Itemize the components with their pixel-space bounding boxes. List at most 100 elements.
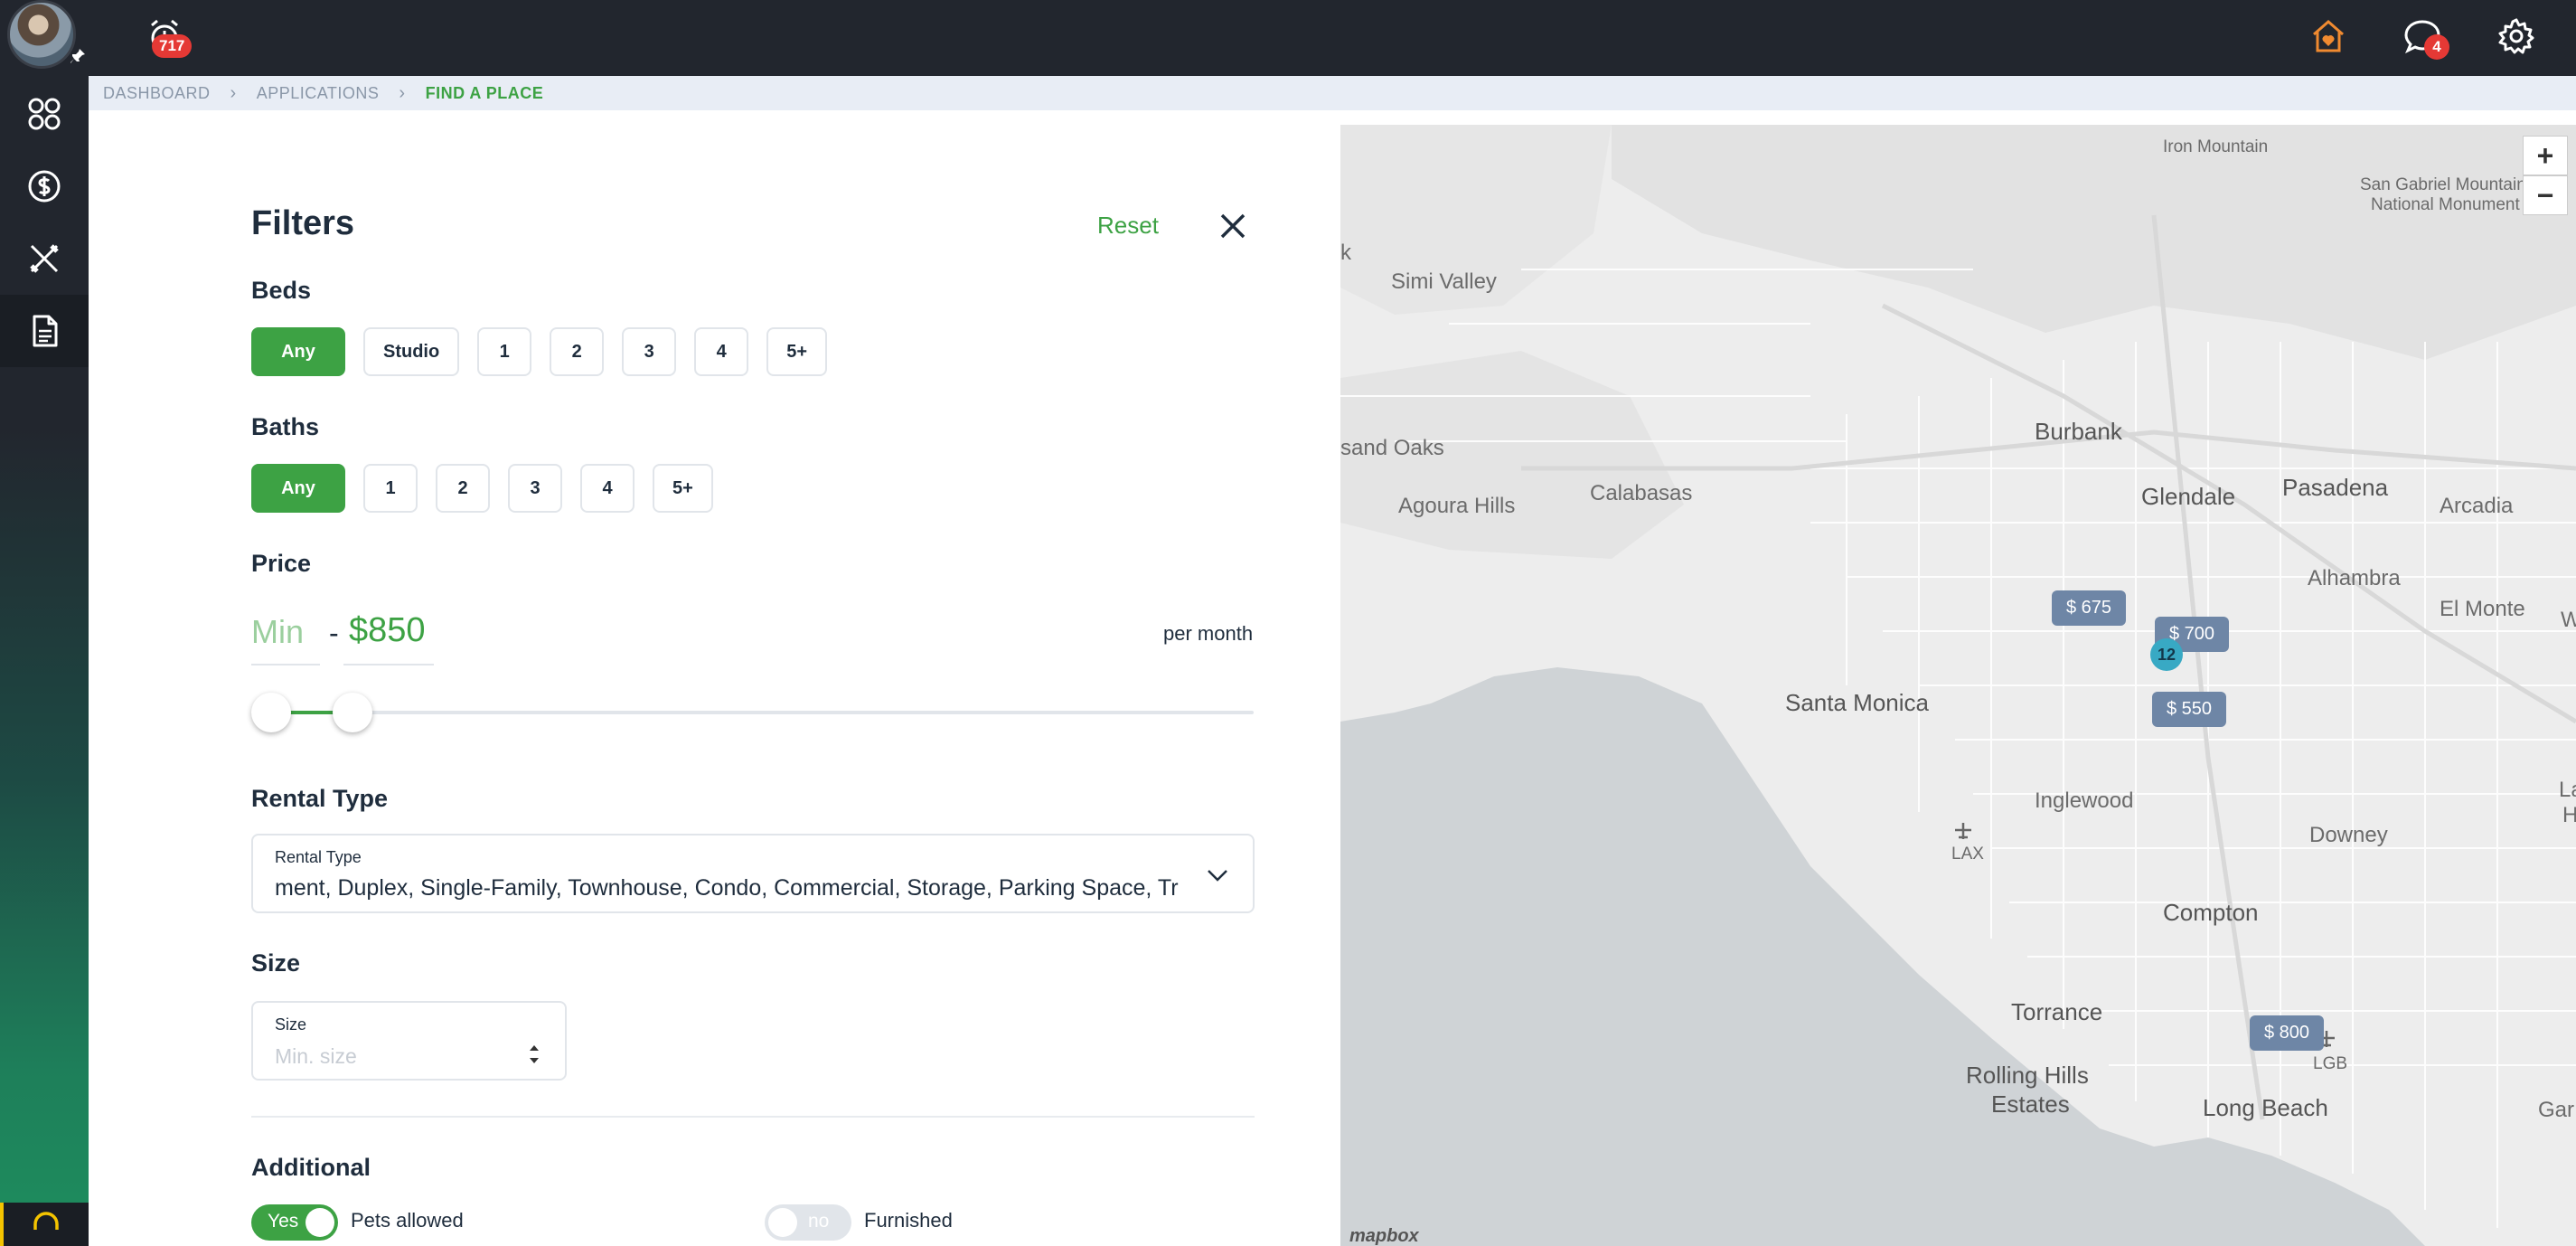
map-price-tag[interactable]: $ 800: [2250, 1015, 2325, 1051]
close-icon[interactable]: [1217, 210, 1249, 242]
alarm-count-badge: 717: [152, 34, 193, 58]
pin-icon: [71, 49, 85, 63]
messages-count-badge: 4: [2424, 34, 2449, 60]
baths-option-3[interactable]: 3: [508, 464, 562, 513]
beds-option-2[interactable]: 2: [550, 327, 605, 376]
breadcrumb: DASHBOARD › APPLICATIONS › FIND A PLACE: [89, 76, 2576, 110]
map-place-iron-mountain: Iron Mountain: [2163, 137, 2269, 156]
price-max-input[interactable]: $850: [349, 611, 426, 650]
furnished-toggle-text: no: [808, 1211, 830, 1232]
map-place-gar: Gar: [2538, 1098, 2575, 1122]
beds-option-4[interactable]: 4: [694, 327, 749, 376]
toggle-knob: [306, 1208, 334, 1237]
map-place-simi-valley: Simi Valley: [1391, 269, 1497, 294]
baths-option-any[interactable]: Any: [251, 464, 345, 513]
beds-options: Any Studio 1 2 3 4 5+: [251, 327, 828, 376]
price-slider-track[interactable]: [271, 711, 1254, 714]
baths-option-4[interactable]: 4: [580, 464, 635, 513]
baths-option-2[interactable]: 2: [436, 464, 490, 513]
beds-option-any[interactable]: Any: [251, 327, 345, 376]
map-place-glendale: Glendale: [2141, 483, 2236, 510]
support-button[interactable]: [0, 1203, 89, 1246]
map-place-lax: LAX: [1951, 845, 1984, 864]
breadcrumb-find-a-place: FIND A PLACE: [425, 83, 544, 102]
map-price-tag[interactable]: $ 550: [2152, 692, 2227, 727]
user-avatar[interactable]: [7, 0, 76, 69]
breadcrumb-dashboard[interactable]: DASHBOARD: [103, 84, 211, 103]
map-place-rolling-hills: Rolling Hills: [1966, 1062, 2089, 1089]
map-attribution-logo[interactable]: mapbox: [1349, 1226, 1419, 1246]
map-place-calabasas: Calabasas: [1590, 481, 1693, 505]
section-divider: [251, 1116, 1255, 1118]
map-place-estates: Estates: [1991, 1090, 2070, 1118]
map-place-w: W: [2561, 608, 2576, 632]
furnished-toggle[interactable]: no: [765, 1204, 851, 1241]
top-bar: 717 4: [0, 0, 2576, 76]
breadcrumb-applications[interactable]: APPLICATIONS: [257, 84, 380, 103]
breadcrumb-separator: ›: [399, 82, 406, 103]
pets-allowed-toggle[interactable]: Yes: [251, 1204, 338, 1241]
number-stepper-icon[interactable]: [527, 1041, 541, 1068]
size-placeholder: Min. size: [275, 1044, 357, 1068]
map-place-torrance: Torrance: [2011, 998, 2103, 1025]
map-place-santa-monica: Santa Monica: [1785, 689, 1929, 716]
sidebar: [0, 76, 89, 1246]
map-zoom-in-button[interactable]: +: [2523, 136, 2568, 175]
home-heart-icon[interactable]: [2308, 16, 2348, 56]
size-input[interactable]: Size Min. size: [251, 1001, 567, 1081]
rental-type-value: ment, Duplex, Single-Family, Townhouse, …: [275, 875, 1179, 901]
toggle-knob: [768, 1208, 797, 1237]
price-max-underline: [343, 664, 434, 665]
dollar-circle-icon: [28, 170, 61, 203]
rental-type-field-label: Rental Type: [275, 848, 362, 866]
beds-option-3[interactable]: 3: [622, 327, 677, 376]
map-place-compton: Compton: [2163, 899, 2259, 926]
rental-type-select[interactable]: Rental Type ment, Duplex, Single-Family,…: [251, 834, 1255, 913]
map-place-pasadena: Pasadena: [2282, 474, 2389, 501]
baths-option-1[interactable]: 1: [363, 464, 418, 513]
map-place-downey: Downey: [2309, 823, 2388, 847]
map-place-la: La: [2559, 778, 2576, 802]
beds-option-1[interactable]: 1: [477, 327, 532, 376]
sidebar-item-dashboard[interactable]: [0, 78, 89, 150]
map-place-national-monument: National Monument: [2371, 195, 2520, 214]
map-place-agoura-hills: Agoura Hills: [1398, 494, 1516, 518]
sidebar-item-finance[interactable]: [0, 150, 89, 222]
map-place-k: k: [1340, 241, 1351, 265]
airport-icon: [1955, 823, 1971, 839]
tools-icon: [30, 244, 59, 273]
map-zoom-out-button[interactable]: −: [2523, 175, 2568, 215]
price-period: per month: [1163, 622, 1254, 645]
map-place-burbank: Burbank: [2035, 418, 2122, 445]
pets-allowed-label: Pets allowed: [351, 1209, 464, 1232]
reset-button[interactable]: Reset: [1097, 212, 1159, 240]
baths-option-5-plus[interactable]: 5+: [653, 464, 713, 513]
baths-options: Any 1 2 3 4 5+: [251, 464, 713, 513]
grid-circles-icon: [28, 98, 61, 130]
gear-icon[interactable]: [2496, 16, 2536, 56]
size-label: Size: [251, 949, 301, 977]
beds-option-studio[interactable]: Studio: [363, 327, 460, 376]
document-icon: [33, 315, 58, 347]
map-place-alhambra: Alhambra: [2308, 566, 2401, 590]
map-cluster-marker[interactable]: 12: [2150, 638, 2183, 671]
price-label: Price: [251, 550, 312, 577]
rental-type-label: Rental Type: [251, 785, 389, 812]
price-slider-max-thumb[interactable]: [333, 693, 372, 732]
price-slider-min-thumb[interactable]: [251, 693, 291, 732]
map[interactable]: Iron Mountain San Gabriel Mountains Nati…: [1340, 125, 2576, 1246]
price-dash: -: [329, 617, 339, 649]
price-min-underline: [251, 664, 320, 665]
beds-option-5-plus[interactable]: 5+: [766, 327, 828, 376]
map-price-tag[interactable]: $ 675: [2052, 590, 2127, 626]
sidebar-item-applications[interactable]: [0, 295, 89, 367]
baths-label: Baths: [251, 413, 320, 440]
sidebar-item-maintenance[interactable]: [0, 222, 89, 295]
beds-label: Beds: [251, 277, 312, 304]
filters-title: Filters: [251, 204, 355, 242]
map-place-inglewood: Inglewood: [2035, 788, 2134, 813]
map-background: [1340, 125, 2576, 1246]
breadcrumb-separator: ›: [230, 82, 237, 103]
price-min-input[interactable]: Min: [251, 613, 304, 651]
chevron-down-icon: [1208, 870, 1227, 882]
